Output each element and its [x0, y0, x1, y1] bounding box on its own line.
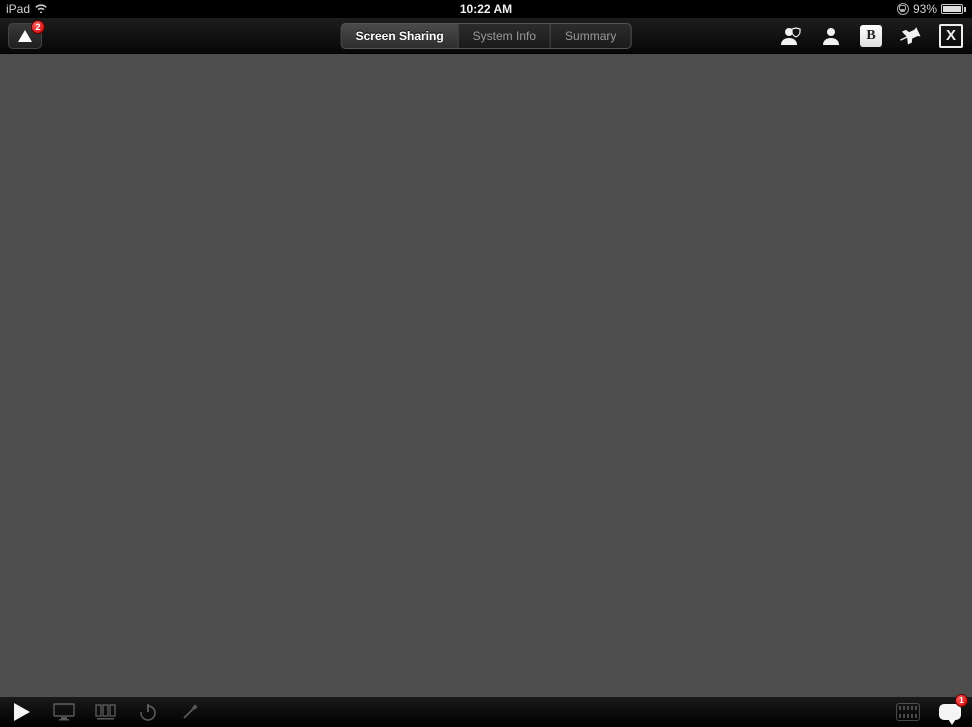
chat-button[interactable]: 1	[938, 700, 962, 724]
orientation-lock-icon	[897, 3, 909, 15]
tab-summary[interactable]: Summary	[551, 24, 630, 48]
status-time: 10:22 AM	[460, 2, 512, 16]
wand-button[interactable]	[178, 700, 202, 724]
keyboard-icon	[896, 703, 920, 721]
bottom-toolbar: 1	[0, 697, 972, 727]
top-toolbar: 2 Screen Sharing System Info Summary B	[0, 18, 972, 54]
user-button[interactable]	[818, 23, 844, 49]
multi-monitor-button[interactable]	[94, 700, 118, 724]
wand-icon	[180, 702, 200, 722]
play-icon	[14, 703, 30, 721]
monitor-button[interactable]	[52, 700, 76, 724]
chat-badge: 1	[955, 694, 968, 707]
play-button[interactable]	[10, 700, 34, 724]
user-shield-button[interactable]	[778, 23, 804, 49]
battery-icon	[941, 4, 966, 14]
pushpin-icon	[900, 25, 922, 47]
status-right: 93%	[897, 2, 966, 16]
notification-badge: 2	[31, 20, 45, 34]
chat-icon	[939, 704, 961, 720]
b-icon: B	[860, 25, 882, 47]
user-shield-icon	[779, 25, 803, 47]
monitor-icon	[53, 703, 75, 721]
bold-button[interactable]: B	[858, 23, 884, 49]
wifi-icon	[34, 2, 48, 16]
view-tabs: Screen Sharing System Info Summary	[341, 23, 632, 49]
tab-screen-sharing[interactable]: Screen Sharing	[342, 24, 459, 48]
battery-percent: 93%	[913, 2, 937, 16]
app-triangle-icon	[17, 29, 33, 43]
device-label: iPad	[6, 2, 30, 16]
tab-system-info[interactable]: System Info	[459, 24, 551, 48]
user-icon	[820, 25, 842, 47]
multi-monitor-icon	[95, 703, 117, 721]
power-button[interactable]	[136, 700, 160, 724]
status-left: iPad	[6, 2, 48, 16]
toolbar-right: B X	[778, 23, 964, 49]
status-bar: iPad 10:22 AM 93%	[0, 0, 972, 18]
pin-button[interactable]	[898, 23, 924, 49]
power-icon	[138, 702, 158, 722]
keyboard-button[interactable]	[896, 700, 920, 724]
close-button[interactable]: X	[938, 23, 964, 49]
app-menu-button[interactable]: 2	[8, 23, 42, 49]
close-icon: X	[939, 24, 963, 48]
screen-share-viewport[interactable]	[0, 54, 972, 697]
